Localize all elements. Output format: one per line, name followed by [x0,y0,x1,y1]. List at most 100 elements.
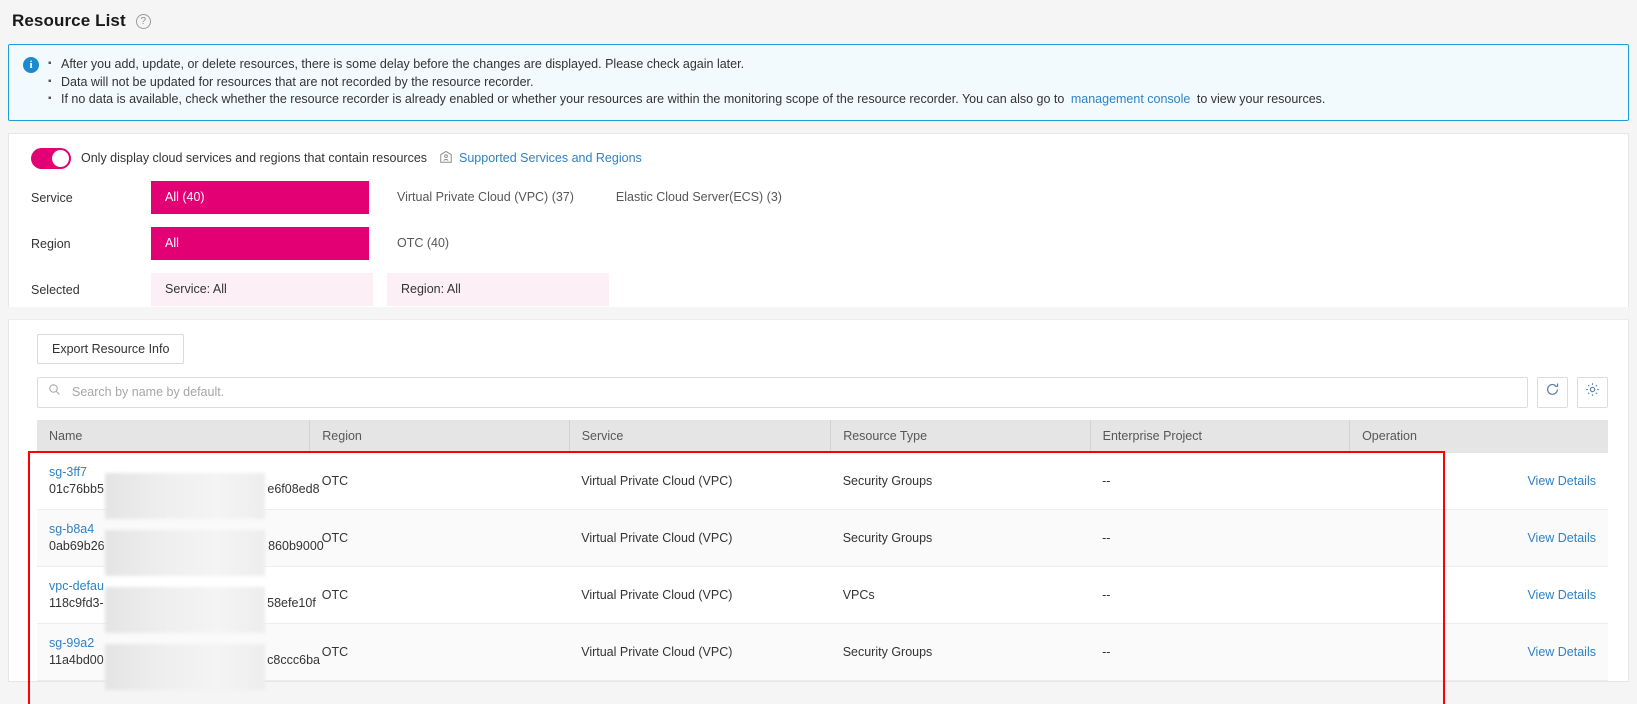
table-row: sg-b8a4 0ab69b26 860b9000 OTC Virtual Pr… [37,509,1608,576]
cell-operation: View Details [1349,509,1608,567]
cell-enterprise-project: -- [1090,452,1350,510]
info-line-3: If no data is available, check whether t… [48,90,1326,109]
region-option-all[interactable]: All [151,227,369,260]
filter-card: Only display cloud services and regions … [8,132,1629,307]
info-line-2: Data will not be updated for resources t… [48,73,1325,92]
export-resource-info-button[interactable]: Export Resource Info [37,333,185,364]
service-option-all[interactable]: All (40) [151,181,369,214]
info-line-3-suffix: to view your resources. [1196,92,1326,106]
shield-region-icon [439,150,459,167]
refresh-icon [1545,382,1560,402]
column-header-enterprise-project[interactable]: Enterprise Project [1090,419,1351,453]
info-line-3-prefix: If no data is available, check whether t… [61,92,1065,106]
selected-tag-region: Region: All [387,273,609,306]
column-header-operation: Operation [1349,419,1608,453]
view-details-link[interactable]: View Details [1362,645,1608,659]
table-row: sg-99a2 11a4bd00 c8ccc6ba OTC Virtual Pr… [37,623,1608,690]
table-row: sg-3ff7 01c76bb5 e6f08ed8 OTC Virtual Pr… [37,452,1608,519]
cell-region: OTC [309,566,570,624]
view-details-link[interactable]: View Details [1362,474,1608,488]
resource-id-suffix: e6f08ed8 [267,481,320,496]
cell-resource-type: Security Groups [830,623,1091,681]
refresh-button[interactable] [1537,376,1568,408]
cell-name: sg-99a2 11a4bd00 c8ccc6ba [37,623,320,690]
cell-resource-type: Security Groups [830,452,1091,510]
cell-service: Virtual Private Cloud (VPC) [569,452,831,510]
search-input[interactable] [70,384,1517,400]
supported-link-label: Supported Services and Regions [459,151,642,165]
resource-id-prefix: 118c9fd3- [49,596,104,610]
page-header: Resource List ? [0,0,1637,42]
help-icon[interactable]: ? [135,13,151,29]
resource-id: 11a4bd00 c8ccc6ba [49,644,320,690]
resource-name-link[interactable]: vpc-defau [49,578,310,595]
view-details-link[interactable]: View Details [1362,531,1608,545]
table-body: sg-3ff7 01c76bb5 e6f08ed8 OTC Virtual Pr… [37,452,1608,690]
cell-name: sg-3ff7 01c76bb5 e6f08ed8 [37,452,320,519]
resource-name-link[interactable]: sg-3ff7 [49,464,310,481]
cell-region: OTC [309,623,570,681]
table-card: Export Resource Info Search by name by d… [8,318,1629,690]
selected-filter-row: Selected Service: All Region: All [9,273,1628,307]
cell-service: Virtual Private Cloud (VPC) [569,566,831,624]
search-box[interactable] [37,376,1528,408]
cell-enterprise-project: -- [1090,509,1350,567]
info-circle-icon: i [23,57,39,73]
column-header-name[interactable]: Name [37,419,311,453]
resource-id-suffix: 860b9000 [268,539,324,553]
cell-resource-type: Security Groups [830,509,1091,567]
search-row [9,364,1628,420]
cell-name: sg-b8a4 0ab69b26 860b9000 [37,509,324,576]
cell-service: Virtual Private Cloud (VPC) [569,509,831,567]
view-details-link[interactable]: View Details [1362,588,1608,602]
column-header-region[interactable]: Region [309,419,570,453]
selected-tag-service: Service: All [151,273,373,306]
management-console-link[interactable]: management console [1068,92,1194,106]
table-header-row: Name Region Service Resource Type Enterp… [37,419,1608,453]
resource-id: 01c76bb5 e6f08ed8 [49,472,320,519]
cell-resource-type: VPCs [830,566,1091,624]
service-option-ecs[interactable]: Elastic Cloud Server(ECS) (3) [602,181,796,214]
table-settings-button[interactable] [1577,376,1608,408]
service-filter-row: Service All (40) Virtual Private Cloud (… [9,181,1628,215]
table-row: vpc-defau 118c9fd3- 58efe10f OTC Virtual… [37,566,1608,633]
resource-id-prefix: 01c76bb5 [49,481,104,496]
info-banner-list: After you add, update, or delete resourc… [39,55,1326,109]
supported-services-regions-link[interactable]: Supported Services and Regions [439,150,642,167]
region-option-otc[interactable]: OTC (40) [383,227,463,260]
column-header-service[interactable]: Service [569,419,832,453]
cell-region: OTC [309,509,570,567]
cell-operation: View Details [1349,566,1608,624]
only-resources-toggle[interactable] [31,147,71,169]
resource-name-link[interactable]: sg-b8a4 [49,521,310,538]
column-header-resource-type[interactable]: Resource Type [830,419,1091,453]
resource-list-page: Resource List ? i After you add, update,… [0,0,1637,704]
cell-enterprise-project: -- [1090,566,1350,624]
search-icon [48,383,61,401]
table-head: Name Region Service Resource Type Enterp… [37,419,1608,453]
table-toolbar: Export Resource Info [9,320,1628,364]
resource-id-prefix: 0ab69b26 [49,539,105,553]
selected-label: Selected [31,282,80,297]
cell-operation: View Details [1349,452,1608,510]
cell-operation: View Details [1349,623,1608,681]
gear-icon [1585,382,1600,402]
toggle-knob [52,149,69,167]
resource-id-prefix: 11a4bd00 [49,653,104,667]
page-title: Resource List [12,11,126,30]
resource-id: 118c9fd3- 58efe10f [49,587,316,633]
cell-service: Virtual Private Cloud (VPC) [569,623,831,681]
region-filter-label: Region [31,236,71,251]
region-filter-row: Region All OTC (40) [9,227,1628,261]
cell-enterprise-project: -- [1090,623,1350,681]
resource-id-suffix: c8ccc6ba [267,653,320,667]
service-option-vpc[interactable]: Virtual Private Cloud (VPC) (37) [383,181,588,214]
resource-name-link[interactable]: sg-99a2 [49,635,310,652]
cell-name: vpc-defau 118c9fd3- 58efe10f [37,566,316,633]
info-line-1: After you add, update, or delete resourc… [48,55,1325,74]
resource-id: 0ab69b26 860b9000 [49,530,324,576]
toggle-label: Only display cloud services and regions … [81,151,428,165]
cell-region: OTC [309,452,570,510]
resource-table: Name Region Service Resource Type Enterp… [37,419,1608,690]
toggle-row: Only display cloud services and regions … [9,134,1628,181]
